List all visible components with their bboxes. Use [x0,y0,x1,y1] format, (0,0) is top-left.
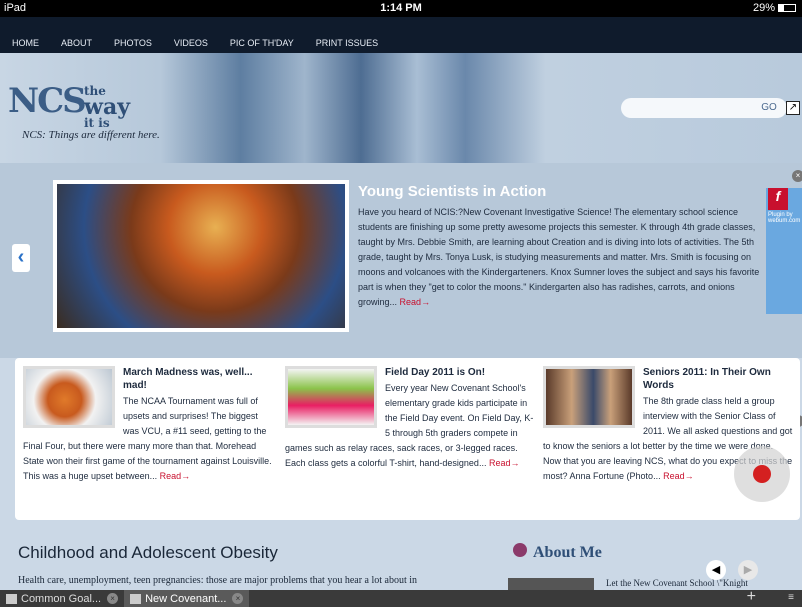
browser-tab-bar: Common Goal... × New Covenant... × + ≡ [0,588,802,607]
about-me-image [508,578,594,590]
prev-arrow-icon[interactable]: ‹ [12,244,30,272]
search-input[interactable] [621,98,751,118]
logo-way: the way it is [84,85,130,129]
seniors-thumbnail[interactable] [543,366,635,428]
avatar-icon [513,543,527,557]
record-icon [753,465,771,483]
featured-body: Have you heard of NCIS:?New Covenant Inv… [358,207,760,307]
expand-icon[interactable]: ↗ [786,101,800,115]
site-nav: HOME ABOUT PHOTOS VIDEOS PIC OF TH'DAY P… [0,17,802,53]
read-more-link[interactable]: Read→ [489,458,520,468]
article-cards: March Madness was, well... mad! The NCAA… [15,358,800,520]
tab-new-covenant[interactable]: New Covenant... × [124,590,250,607]
nav-pic-of-the-day[interactable]: PIC OF TH'DAY [230,38,294,48]
about-me-text: Let the New Covenant School \"Knight [606,578,748,588]
basketball-thumbnail[interactable] [23,366,115,428]
battery-percent: 29% [752,2,775,14]
nav-videos[interactable]: VIDEOS [174,38,208,48]
menu-icon[interactable]: ≡ [788,592,794,603]
chevron-left-icon[interactable]: ◀ [706,560,726,580]
logo-way-text: way [84,94,130,120]
article-card: Field Day 2011 is On! Every year New Cov… [285,366,535,471]
site-header: NCS the way it is NCS: Things are differ… [0,53,802,163]
flash-plugin-banner[interactable]: f Plugin by webum.com [766,188,802,314]
nav-about[interactable]: ABOUT [61,38,92,48]
featured-text: Have you heard of NCIS:?New Covenant Inv… [358,205,764,310]
article-heading[interactable]: Childhood and Adolescent Obesity [18,543,278,563]
tab-label: New Covenant... [145,592,227,605]
page-icon [130,593,142,604]
featured-read-more[interactable]: Read→ [400,297,431,307]
tab-common-goal[interactable]: Common Goal... × [0,590,124,607]
close-tab-icon[interactable]: × [107,593,119,604]
featured-image[interactable] [53,180,349,332]
status-bar: iPad 1:14 PM 29% [0,0,802,17]
close-tab-icon[interactable]: × [232,593,244,604]
read-more-link[interactable]: Read→ [160,471,191,481]
read-more-link[interactable]: Read→ [663,471,694,481]
site-logo[interactable]: NCS [8,81,87,121]
new-tab-button[interactable]: + [747,588,756,606]
go-button[interactable]: GO [751,98,787,118]
about-me-heading: About Me [513,543,602,562]
close-icon[interactable]: × [792,170,802,182]
nav-print-issues[interactable]: PRINT ISSUES [316,38,378,48]
battery-indicator: 29% [753,2,796,14]
article-intro: Health care, unemployment, teen pregnanc… [18,575,418,586]
record-button[interactable] [734,446,790,502]
logo-itis: it is [84,116,110,130]
clock: 1:14 PM [380,2,422,14]
flash-icon: f [768,188,788,210]
article-card: March Madness was, well... mad! The NCAA… [23,366,275,484]
field-day-thumbnail[interactable] [285,366,377,428]
featured-title[interactable]: Young Scientists in Action [358,183,546,200]
nav-home[interactable]: HOME [12,38,39,48]
tagline: NCS: Things are different here. [22,129,160,141]
battery-icon [778,4,796,12]
chevron-right-icon[interactable]: ▶ [738,560,758,580]
tab-label: Common Goal... [21,592,102,605]
page-icon [6,593,17,604]
about-me-title: About Me [533,544,602,561]
flash-plugin-text: Plugin by webum.com [768,212,801,224]
nav-photos[interactable]: PHOTOS [114,38,152,48]
